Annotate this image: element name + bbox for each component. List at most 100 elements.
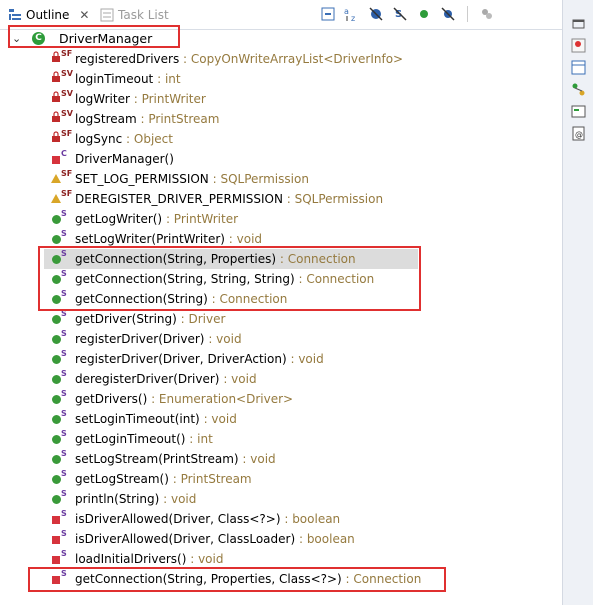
member-name: SET_LOG_PERMISSION	[75, 172, 209, 186]
field-default-icon	[51, 174, 61, 183]
member-name: getDriver(String)	[75, 312, 177, 326]
modifier-badge: S	[61, 409, 67, 418]
member-name: logSync	[75, 132, 123, 146]
tree-member-row[interactable]: SloadInitialDrivers() : void	[0, 549, 560, 569]
member-name: getLoginTimeout()	[75, 432, 186, 446]
hide-static-icon[interactable]: S	[392, 6, 408, 22]
minimize-icon[interactable]	[571, 16, 586, 31]
tree-member-row[interactable]: SV logWriter : PrintWriter	[0, 89, 560, 109]
member-type: : PrintStream	[168, 472, 252, 486]
tree-member-row[interactable]: SsetLoginTimeout(int) : void	[0, 409, 560, 429]
modifier-badge: S	[61, 449, 67, 458]
tree-member-row[interactable]: SV loginTimeout : int	[0, 69, 560, 89]
method-public-icon	[52, 355, 61, 364]
member-label: getLoginTimeout() : int	[75, 432, 213, 446]
hide-nonpublic-icon[interactable]	[416, 6, 432, 22]
hide-local-types-icon[interactable]	[440, 6, 456, 22]
method-public-icon	[52, 415, 61, 424]
member-type: : int	[185, 432, 213, 446]
member-label: loginTimeout : int	[75, 72, 181, 86]
tree-member-row[interactable]: SisDriverAllowed(Driver, Class<?>) : boo…	[0, 509, 560, 529]
member-name: setLogStream(PrintStream)	[75, 452, 239, 466]
method-public-icon	[52, 475, 61, 484]
member-name: deregisterDriver(Driver)	[75, 372, 220, 386]
member-name: registerDriver(Driver, DriverAction)	[75, 352, 287, 366]
method-private-icon	[52, 156, 60, 164]
method-public-icon	[52, 455, 61, 464]
member-name: DriverManager()	[75, 152, 174, 166]
method-private-icon	[52, 516, 60, 524]
member-type: : int	[153, 72, 181, 86]
member-name: getLogWriter()	[75, 212, 163, 226]
svg-text:a: a	[344, 7, 349, 16]
method-private-icon	[52, 536, 60, 544]
view-menu-icon[interactable]	[479, 6, 495, 22]
tree-member-row[interactable]: SF logSync : Object	[0, 129, 560, 149]
tree-member-row[interactable]: SgetDriver(String) : Driver	[0, 309, 560, 329]
highlight-box-class	[8, 25, 180, 48]
tree-member-row[interactable]: SregisterDriver(Driver) : void	[0, 329, 560, 349]
member-type: : Driver	[176, 312, 226, 326]
tree-member-row[interactable]: SderegisterDriver(Driver) : void	[0, 369, 560, 389]
method-public-icon	[52, 215, 61, 224]
member-name: loginTimeout	[75, 72, 154, 86]
member-name: registerDriver(Driver)	[75, 332, 205, 346]
modifier-badge: S	[61, 209, 67, 218]
modifier-badge: SF	[61, 129, 73, 138]
member-type: : void	[238, 452, 276, 466]
tree-member-row[interactable]: SF SET_LOG_PERMISSION : SQLPermission	[0, 169, 560, 189]
tree-member-row[interactable]: SsetLogStream(PrintStream) : void	[0, 449, 560, 469]
member-label: loadInitialDrivers() : void	[75, 552, 223, 566]
member-type: : PrintWriter	[162, 212, 239, 226]
member-label: getDrivers() : Enumeration<Driver>	[75, 392, 293, 406]
member-type: : SQLPermission	[208, 172, 309, 186]
member-label: registerDriver(Driver, DriverAction) : v…	[75, 352, 324, 366]
tab-task-list-label: Task List	[118, 8, 169, 22]
tree-member-row[interactable]: SgetLogWriter() : PrintWriter	[0, 209, 560, 229]
tree-member-row[interactable]: SF DEREGISTER_DRIVER_PERMISSION : SQLPerm…	[0, 189, 560, 209]
tree-member-row[interactable]: SgetLoginTimeout() : int	[0, 429, 560, 449]
member-name: getLogStream()	[75, 472, 169, 486]
member-type: : PrintWriter	[129, 92, 206, 106]
hierarchy-icon[interactable]	[571, 82, 586, 97]
method-public-icon	[52, 335, 61, 344]
collapse-all-icon[interactable]	[320, 6, 336, 22]
tree-member-row[interactable]: Sprintln(String) : void	[0, 489, 560, 509]
member-type: : void	[286, 352, 324, 366]
modifier-badge: S	[61, 489, 67, 498]
member-label: logSync : Object	[75, 132, 173, 146]
member-label: DEREGISTER_DRIVER_PERMISSION : SQLPermis…	[75, 192, 383, 206]
member-name: loadInitialDrivers()	[75, 552, 187, 566]
member-label: DriverManager()	[75, 152, 174, 166]
member-label: SET_LOG_PERMISSION : SQLPermission	[75, 172, 309, 186]
modifier-badge: S	[61, 469, 67, 478]
tree-member-row[interactable]: SregisterDriver(Driver, DriverAction) : …	[0, 349, 560, 369]
outline-view-icon[interactable]	[571, 60, 586, 75]
hide-fields-icon[interactable]	[368, 6, 384, 22]
tree-member-row[interactable]: SgetLogStream() : PrintStream	[0, 469, 560, 489]
modifier-badge: SF	[61, 189, 73, 198]
method-public-icon	[52, 395, 61, 404]
sort-az-icon[interactable]: az	[344, 6, 360, 22]
method-public-icon	[52, 495, 61, 504]
member-type: : Object	[122, 132, 173, 146]
tree-member-row[interactable]: SV logStream : PrintStream	[0, 109, 560, 129]
highlight-box-private-getconnection	[28, 567, 446, 592]
member-label: getLogStream() : PrintStream	[75, 472, 252, 486]
tree-member-row[interactable]: SisDriverAllowed(Driver, ClassLoader) : …	[0, 529, 560, 549]
member-label: isDriverAllowed(Driver, ClassLoader) : b…	[75, 532, 355, 546]
member-name: isDriverAllowed(Driver, Class<?>)	[75, 512, 281, 526]
member-type: : void	[159, 492, 197, 506]
problems-icon[interactable]	[571, 38, 586, 53]
tree-member-row[interactable]: SF registeredDrivers : CopyOnWriteArrayLi…	[0, 49, 560, 69]
console-icon[interactable]	[571, 104, 586, 119]
tree-member-row[interactable]: SgetDrivers() : Enumeration<Driver>	[0, 389, 560, 409]
method-public-icon	[52, 315, 61, 324]
modifier-badge: S	[61, 369, 67, 378]
close-icon[interactable]: ✕	[79, 8, 89, 22]
tree-member-row[interactable]: C DriverManager()	[0, 149, 560, 169]
tab-task-list[interactable]: Task List	[100, 4, 169, 26]
member-name: registeredDrivers	[75, 52, 180, 66]
javadoc-icon[interactable]: @	[571, 126, 586, 141]
tab-outline[interactable]: Outline ✕	[8, 4, 89, 26]
